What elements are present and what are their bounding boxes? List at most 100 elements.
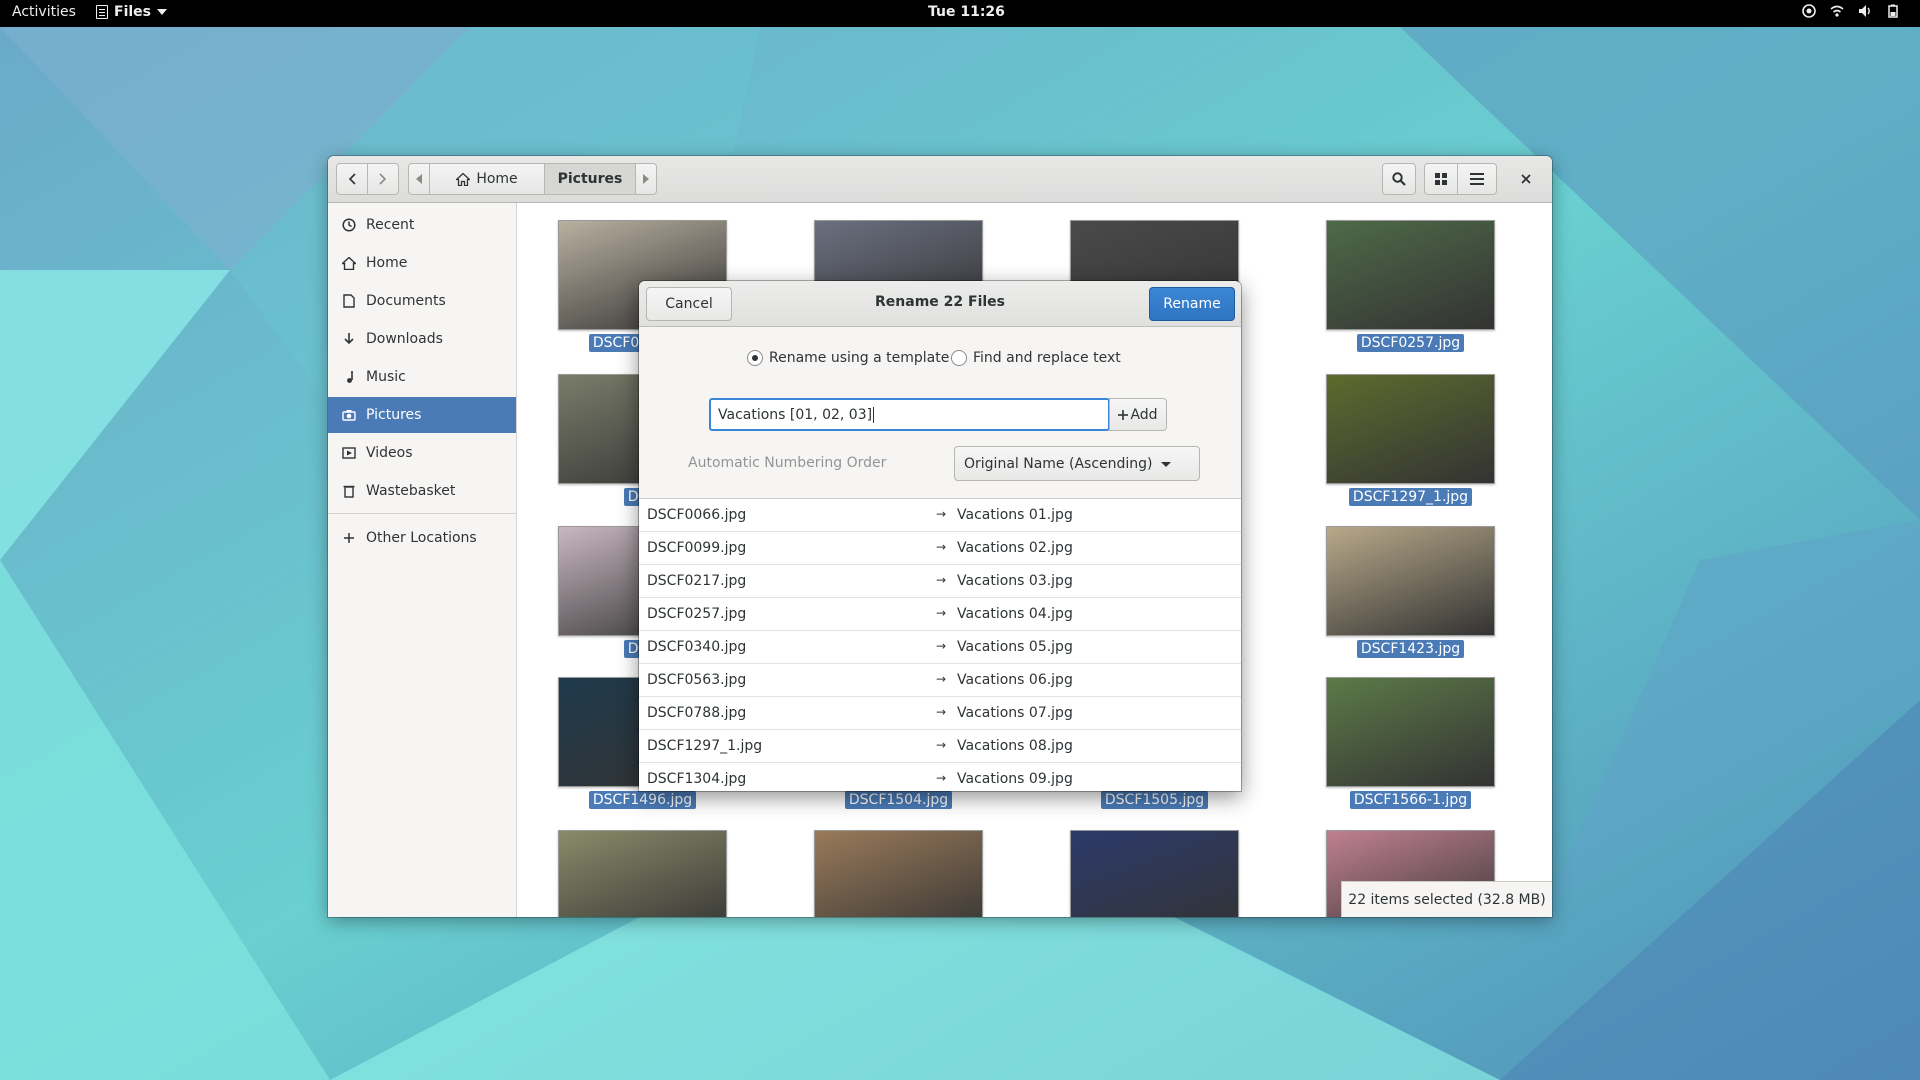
sidebar-separator <box>328 513 516 514</box>
triangle-left-icon <box>416 174 422 184</box>
thumbnail-caption: DSCF1297_1.jpg <box>1348 488 1473 506</box>
file-thumbnail[interactable] <box>558 830 727 917</box>
new-filename: Vacations 06.jpg <box>957 672 1073 688</box>
arrow-right-icon: → <box>936 771 947 785</box>
new-filename: Vacations 09.jpg <box>957 771 1073 787</box>
file-thumbnail[interactable] <box>1070 830 1239 917</box>
mode-find-replace-radio[interactable]: Find and replace text <box>951 350 1121 366</box>
original-filename: DSCF0563.jpg <box>647 672 747 688</box>
original-filename: DSCF0788.jpg <box>647 705 747 721</box>
battery-icon <box>1888 4 1898 18</box>
breadcrumb-home[interactable]: Home <box>429 163 545 195</box>
breadcrumb-pictures[interactable]: Pictures <box>544 163 636 195</box>
plus-icon <box>342 531 356 545</box>
breadcrumb-scroll-left[interactable] <box>408 163 430 195</box>
text-caret <box>873 406 875 423</box>
breadcrumb-home-label: Home <box>476 171 518 187</box>
file-thumbnail[interactable] <box>814 830 983 917</box>
dropdown-arrow-icon <box>1161 462 1171 467</box>
file-thumbnail[interactable]: DSCF1297_1.jpg <box>1326 374 1495 506</box>
new-filename: Vacations 04.jpg <box>957 606 1073 622</box>
rename-button[interactable]: Rename <box>1149 287 1235 321</box>
sidebar-item-music[interactable]: Music <box>328 359 516 395</box>
thumbnail-image <box>1070 830 1239 917</box>
plus-icon <box>1118 409 1129 420</box>
sidebar: Recent Home Documents Downloads Music Picture… <box>328 203 517 917</box>
triangle-right-icon <box>643 174 649 184</box>
rename-row: DSCF1297_1.jpg → Vacations 08.jpg <box>639 730 1241 763</box>
new-filename: Vacations 08.jpg <box>957 738 1073 754</box>
clock[interactable]: Tue 11:26 <box>928 4 1005 20</box>
music-icon <box>342 370 356 384</box>
numbering-order-value: Original Name (Ascending) <box>964 455 1153 472</box>
add-label: Add <box>1130 406 1158 423</box>
template-input[interactable]: Vacations [01, 02, 03] <box>709 398 1110 431</box>
sidebar-item-downloads[interactable]: Downloads <box>328 321 516 357</box>
sidebar-item-other-locations[interactable]: Other Locations <box>328 520 516 556</box>
location-icon <box>1802 4 1816 18</box>
forward-button[interactable] <box>367 163 399 195</box>
file-thumbnail[interactable]: DSCF1423.jpg <box>1326 526 1495 658</box>
sidebar-item-videos[interactable]: Videos <box>328 435 516 471</box>
sidebar-item-label: Documents <box>366 293 446 309</box>
sidebar-item-label: Music <box>366 369 406 385</box>
breadcrumb-scroll-right[interactable] <box>635 163 657 195</box>
trash-icon <box>342 484 356 498</box>
hamburger-icon <box>1470 173 1484 185</box>
sidebar-item-pictures[interactable]: Pictures <box>328 397 516 433</box>
wifi-icon <box>1830 5 1844 17</box>
top-bar: Activities Files Tue 11:26 <box>0 0 1920 27</box>
original-filename: DSCF0257.jpg <box>647 606 747 622</box>
sidebar-item-documents[interactable]: Documents <box>328 283 516 319</box>
back-button[interactable] <box>336 163 368 195</box>
activities-button[interactable]: Activities <box>12 4 76 20</box>
app-menu[interactable]: Files <box>96 4 167 20</box>
arrow-right-icon: → <box>936 705 947 719</box>
sidebar-item-label: Videos <box>366 445 413 461</box>
search-icon <box>1392 172 1406 186</box>
sidebar-item-wastebasket[interactable]: Wastebasket <box>328 473 516 509</box>
sidebar-item-home[interactable]: Home <box>328 245 516 281</box>
original-filename: DSCF1297_1.jpg <box>647 738 763 754</box>
thumbnail-image <box>558 830 727 917</box>
breadcrumb-current-label: Pictures <box>557 171 623 187</box>
arrow-right-icon: → <box>936 507 947 521</box>
mode-find-label: Find and replace text <box>973 350 1121 366</box>
rename-preview-list[interactable]: DSCF0066.jpg → Vacations 01.jpg DSCF0099.jp… <box>639 498 1241 791</box>
file-thumbnail[interactable]: DSCF0257.jpg <box>1326 220 1495 352</box>
new-filename: Vacations 02.jpg <box>957 540 1073 556</box>
download-icon <box>342 332 356 346</box>
rename-row: DSCF0563.jpg → Vacations 06.jpg <box>639 664 1241 697</box>
new-filename: Vacations 05.jpg <box>957 639 1073 655</box>
thumbnail-image <box>1326 374 1495 484</box>
chevron-down-icon <box>157 9 167 15</box>
thumbnail-caption: DSCF1423.jpg <box>1356 640 1465 658</box>
numbering-order-dropdown[interactable]: Original Name (Ascending) <box>954 446 1200 481</box>
sidebar-item-label: Wastebasket <box>366 483 456 499</box>
original-filename: DSCF0217.jpg <box>647 573 747 589</box>
new-filename: Vacations 01.jpg <box>957 507 1073 523</box>
rename-row: DSCF0257.jpg → Vacations 04.jpg <box>639 598 1241 631</box>
thumbnail-image <box>1326 220 1495 330</box>
sidebar-item-label: Other Locations <box>366 530 477 546</box>
mode-template-radio[interactable]: Rename using a template <box>747 350 949 366</box>
files-app-icon <box>96 5 108 19</box>
arrow-right-icon: → <box>936 639 947 653</box>
view-mode-button[interactable] <box>1424 163 1458 195</box>
sidebar-item-label: Home <box>366 255 408 271</box>
rename-row: DSCF0788.jpg → Vacations 07.jpg <box>639 697 1241 730</box>
thumbnail-image <box>814 830 983 917</box>
sidebar-item-recent[interactable]: Recent <box>328 207 516 243</box>
system-status-area[interactable] <box>1802 4 1900 18</box>
original-filename: DSCF1304.jpg <box>647 771 747 787</box>
search-button[interactable] <box>1382 163 1416 195</box>
clock-icon <box>342 218 356 232</box>
add-tag-button[interactable]: Add <box>1109 398 1167 431</box>
radio-indicator <box>951 350 967 366</box>
close-button[interactable] <box>1510 163 1542 195</box>
cancel-button[interactable]: Cancel <box>646 287 732 321</box>
file-thumbnail[interactable]: DSCF1566-1.jpg <box>1326 677 1495 809</box>
new-filename: Vacations 07.jpg <box>957 705 1073 721</box>
menu-button[interactable] <box>1457 163 1497 195</box>
mode-template-label: Rename using a template <box>769 350 950 366</box>
